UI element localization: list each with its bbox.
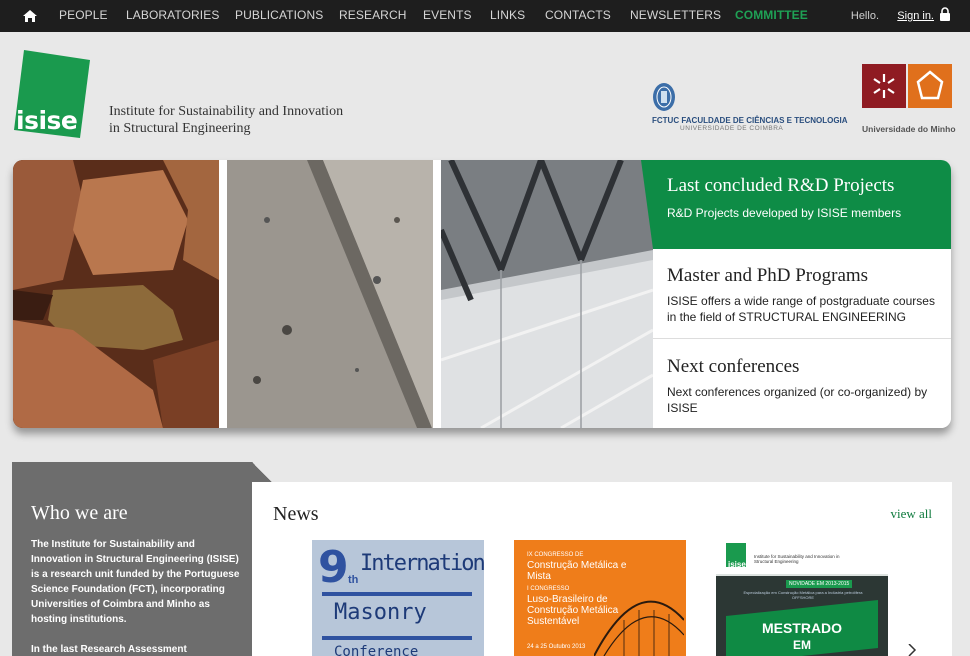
news-section: News view all 9 th International Masonry… (252, 482, 952, 656)
lock-icon (940, 7, 950, 21)
view-all-link[interactable]: view all (890, 506, 932, 522)
news-card-masters-program[interactable]: isise Institute for Sustainability and I… (716, 540, 888, 656)
card-text: Construção Metálica e Mista (527, 560, 627, 582)
card-text: Conference (334, 644, 419, 656)
fctuc-seal-icon[interactable] (652, 82, 676, 112)
card-text: MESTRADO (761, 620, 843, 636)
panel-notch (641, 160, 653, 249)
panel-rd-projects[interactable]: Last concluded R&D Projects R&D Projects… (653, 160, 951, 249)
home-icon[interactable] (22, 8, 38, 24)
nav-item-newsletters[interactable]: NEWSLETTERS (630, 8, 721, 22)
bricks-photo (13, 160, 219, 428)
fctuc-university: UNIVERSIDADE DE COIMBRA (680, 125, 784, 132)
concrete-photo (227, 160, 433, 428)
nav-item-research[interactable]: RESEARCH (339, 8, 406, 22)
card-text: EM (793, 638, 811, 652)
who-description: The Institute for Sustainability and Inn… (31, 539, 240, 625)
uminho-name: Universidade do Minho (862, 124, 956, 134)
uminho-logo[interactable] (862, 64, 952, 108)
card-text: I CONGRESSO (527, 586, 570, 592)
panel-title: Master and PhD Programs (667, 265, 869, 286)
nav-item-laboratories[interactable]: LABORATORIES (126, 8, 219, 22)
isise-logo-text[interactable]: isise (16, 108, 78, 133)
steel-structure-photo (441, 160, 653, 428)
panel-body: Next conferences organized (or co-organi… (667, 385, 928, 415)
nav-item-contacts[interactable]: CONTACTS (545, 8, 611, 22)
panel-body: ISISE offers a wide range of postgraduat… (667, 294, 935, 324)
nav-item-events[interactable]: EVENTS (423, 8, 472, 22)
institute-tagline: Institute for Sustainability and Innovat… (109, 104, 344, 136)
nav-item-publications[interactable]: PUBLICATIONS (235, 8, 323, 22)
card-text: Masonry (334, 600, 427, 625)
card-text: Institute for Sustainability and Innovat… (754, 554, 840, 564)
feature-slider: Last concluded R&D Projects R&D Projects… (13, 160, 951, 428)
news-card-metal-construction-congress[interactable]: IX CONGRESSO DE Construção Metálica e Mi… (514, 540, 686, 656)
top-nav: PEOPLE LABORATORIES PUBLICATIONS RESEARC… (0, 0, 970, 32)
news-title: News (273, 503, 319, 525)
signin-link[interactable]: Sign in. (897, 10, 934, 22)
card-badge: NOVIDADE EM 2013-2015 (786, 580, 853, 588)
nav-item-committee[interactable]: COMMITTEE (735, 8, 808, 22)
card-divider (322, 636, 472, 640)
nav-item-links[interactable]: LINKS (490, 8, 525, 22)
panel-body: R&D Projects developed by ISISE members (667, 206, 902, 220)
card-text: th (348, 574, 359, 586)
news-card-masonry-conference[interactable]: 9 th International Masonry Conference (312, 540, 484, 656)
panel-title: Next conferences (667, 356, 800, 377)
who-we-are-section: Who we are The Institute for Sustainabil… (12, 462, 252, 656)
card-text: Especialização em Construção Metálica pa… (743, 590, 863, 600)
panel-programs[interactable]: Master and PhD Programs ISISE offers a w… (653, 249, 951, 339)
panel-title: Last concluded R&D Projects (667, 175, 895, 196)
greeting-text: Hello. (850, 10, 879, 22)
card-text: 9 (318, 542, 349, 593)
card-text: Luso-Brasileiro de Construção Metálica S… (527, 594, 619, 627)
card-text: 24 a 25 Outubro 2013 (527, 644, 586, 650)
card-text: IX CONGRESSO DE (527, 552, 584, 558)
chevron-right-icon[interactable] (906, 644, 918, 656)
card-text: isise (728, 560, 746, 569)
who-description-more: In the last Research Assessment (31, 644, 187, 655)
nav-item-people[interactable]: PEOPLE (59, 8, 108, 22)
card-text: International (360, 551, 484, 576)
who-corner-fold (252, 462, 272, 482)
who-title: Who we are (31, 502, 128, 524)
card-divider (322, 592, 472, 596)
fctuc-name: FCTUC FACULDADE DE CIÊNCIAS E TECNOLOGIA (652, 116, 848, 125)
panel-conferences[interactable]: Next conferences Next conferences organi… (653, 340, 951, 428)
